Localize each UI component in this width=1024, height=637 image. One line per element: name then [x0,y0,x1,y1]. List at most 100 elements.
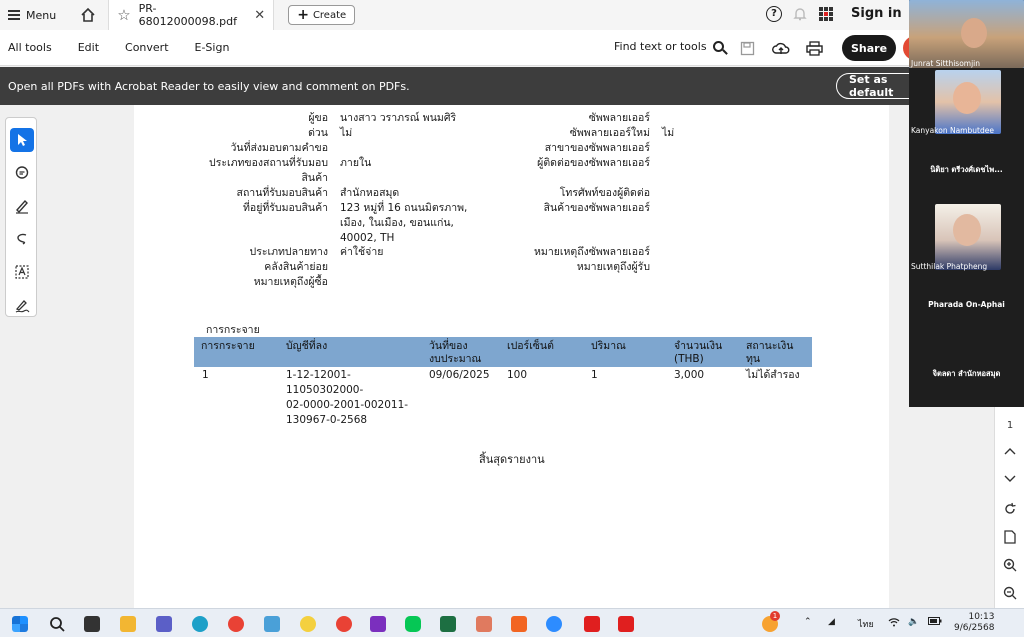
label-supplier: ซัพพลายเออร์ [588,112,650,124]
tab-title: PR-68012000098.pdf [138,2,237,28]
teams-icon[interactable] [156,616,172,632]
edge-icon[interactable] [192,616,208,632]
windows-taskbar: 1 ⌃ ◢ ไทย 🔈 10:13 9/6/2568 [0,608,1024,637]
table-header-distribution: การกระจาย [201,340,255,352]
convert-menu[interactable]: Convert [125,41,169,54]
file-explorer-icon[interactable] [120,616,136,632]
find-label: Find text or tools [614,40,707,53]
app-purple-icon[interactable] [370,616,386,632]
label-address: ที่อยู่ที่รับมอบสินค้า [242,202,328,214]
sign-icon[interactable] [10,293,34,317]
clock-time: 10:13 [968,612,995,622]
table-header-account: บัญชีที่ลง [286,340,328,352]
battery-icon[interactable] [928,617,942,628]
print-icon[interactable] [805,39,823,57]
participant-face [953,82,981,114]
table-cell-amount: 3,000 [674,369,705,381]
star-icon[interactable]: ☆ [117,6,130,24]
value-urgent: ไม่ [340,127,353,139]
chrome-icon[interactable] [228,616,244,632]
table-header-quantity: ปริมาณ [591,340,626,352]
volume-icon[interactable]: 🔈 [908,617,919,627]
select-cursor-icon[interactable] [10,128,34,152]
share-button[interactable]: Share [842,35,896,61]
home-icon[interactable] [78,5,98,25]
value-requester: นางสาว วราภรณ์ พนมศิริ [340,112,457,124]
create-button[interactable]: + Create [288,5,356,25]
page-thumbnail-icon[interactable] [1002,529,1018,545]
language-indicator[interactable]: ไทย [858,617,874,631]
label-new-supplier: ซัพพลายเออร์ใหม่ [569,127,650,139]
sign-in-link[interactable]: Sign in [851,6,902,21]
clock-date: 9/6/2568 [954,623,995,633]
value-dest-type: ค่าใช้จ่าย [340,246,384,258]
app-orange-icon[interactable] [511,616,527,632]
help-icon[interactable]: ? [766,6,782,22]
apps-grid-icon[interactable] [819,7,833,21]
task-view-icon[interactable] [84,616,100,632]
chrome-profile-icon[interactable] [336,616,352,632]
tray-app-icon[interactable]: ◢ [828,617,835,627]
label-supplier-contact: ผู้ติดต่อของซัพพลายเออร์ [537,157,650,169]
line-icon[interactable] [405,616,421,632]
zoom-in-icon[interactable] [1002,557,1018,573]
draw-freehand-icon[interactable] [10,227,34,251]
start-windows-icon[interactable] [12,616,28,632]
edit-menu[interactable]: Edit [78,41,99,54]
label-contact-phone: โทรศัพท์ของผู้ติดต่อ สินค้าของซัพพลายเออ… [543,187,650,214]
document-tab[interactable]: ☆ PR-68012000098.pdf ✕ [108,0,275,30]
comment-icon[interactable] [10,161,34,185]
upload-cloud-icon[interactable] [772,39,790,57]
value-address: 123 หมู่ที่ 16 ถนนมิตรภาพ, เมือง, ในเมือ… [340,202,468,244]
text-box-icon[interactable] [10,260,34,284]
table-cell-percent: 100 [507,369,528,381]
toolbar: All tools Edit Convert E-Sign Find text … [0,30,1024,66]
participant-tile[interactable]: Pharada On-Aphai [909,272,1024,340]
zoom-out-icon[interactable] [1002,585,1018,601]
search-icon[interactable] [49,616,65,632]
bell-icon[interactable] [793,6,807,22]
close-icon[interactable]: ✕ [254,8,265,23]
app-icon[interactable] [300,616,316,632]
label-urgent: ด่วน [308,127,328,139]
label-buyer-note: หมายเหตุถึงผู้ซื้อ [253,276,328,288]
participant-name: Pharada On-Aphai [928,300,1005,309]
page-number[interactable]: 1 [1002,417,1018,433]
chevron-up-icon[interactable] [1002,443,1018,459]
acrobat-reader-icon[interactable] [618,616,634,632]
notepad-icon[interactable] [264,616,280,632]
table-header-budget-date: วันที่ของ งบประมาณ [429,340,482,365]
acrobat-icon[interactable] [584,616,600,632]
find-tools-button[interactable]: Find text or tools [614,40,724,53]
participant-tile[interactable]: จิตลดา สำนักหอสมุด [909,340,1024,407]
participant-tile[interactable]: Sutthilak Phatpheng [909,204,1024,272]
label-delivery-date: วันที่ส่งมอบตามคำขอ [230,142,328,154]
zoom-icon[interactable] [546,616,562,632]
label-requester: ผู้ขอ [308,112,328,124]
highlight-pen-icon[interactable] [10,194,34,218]
esign-menu[interactable]: E-Sign [195,41,230,54]
notification-badge: 1 [770,611,780,621]
create-label: Create [312,9,347,21]
participant-name: จิตลดา สำนักหอสมุด [932,369,1001,378]
value-location-type: ภายใน [340,157,372,169]
all-tools-menu[interactable]: All tools [8,41,52,54]
participant-face [953,214,981,246]
rotate-icon[interactable] [1002,501,1018,517]
wifi-icon[interactable] [888,617,900,630]
save-icon[interactable] [738,39,756,57]
snipping-tool-icon[interactable] [476,616,492,632]
table-cell-account: 1-12-12001-11050302000- 02-0000-2001-002… [286,369,409,426]
chevron-down-icon[interactable] [1002,471,1018,487]
participant-tile[interactable]: Junrat Sitthisomjin [909,0,1024,68]
menu-button[interactable]: Menu [0,0,64,30]
participant-tile[interactable]: Kanyakon Nambutdee [909,68,1024,136]
excel-icon[interactable] [440,616,456,632]
table-header-percent: เปอร์เซ็นต์ [507,340,554,352]
search-icon [712,41,724,52]
value-location: สำนักหอสมุด [340,187,400,199]
chevron-up-tray-icon[interactable]: ⌃ [804,617,812,627]
value-new-supplier: ไม่ [662,127,675,139]
participant-tile[interactable]: นิติยา ตรีวงศ์เดชไพ... [909,136,1024,204]
system-clock[interactable]: 10:13 9/6/2568 [954,612,994,634]
